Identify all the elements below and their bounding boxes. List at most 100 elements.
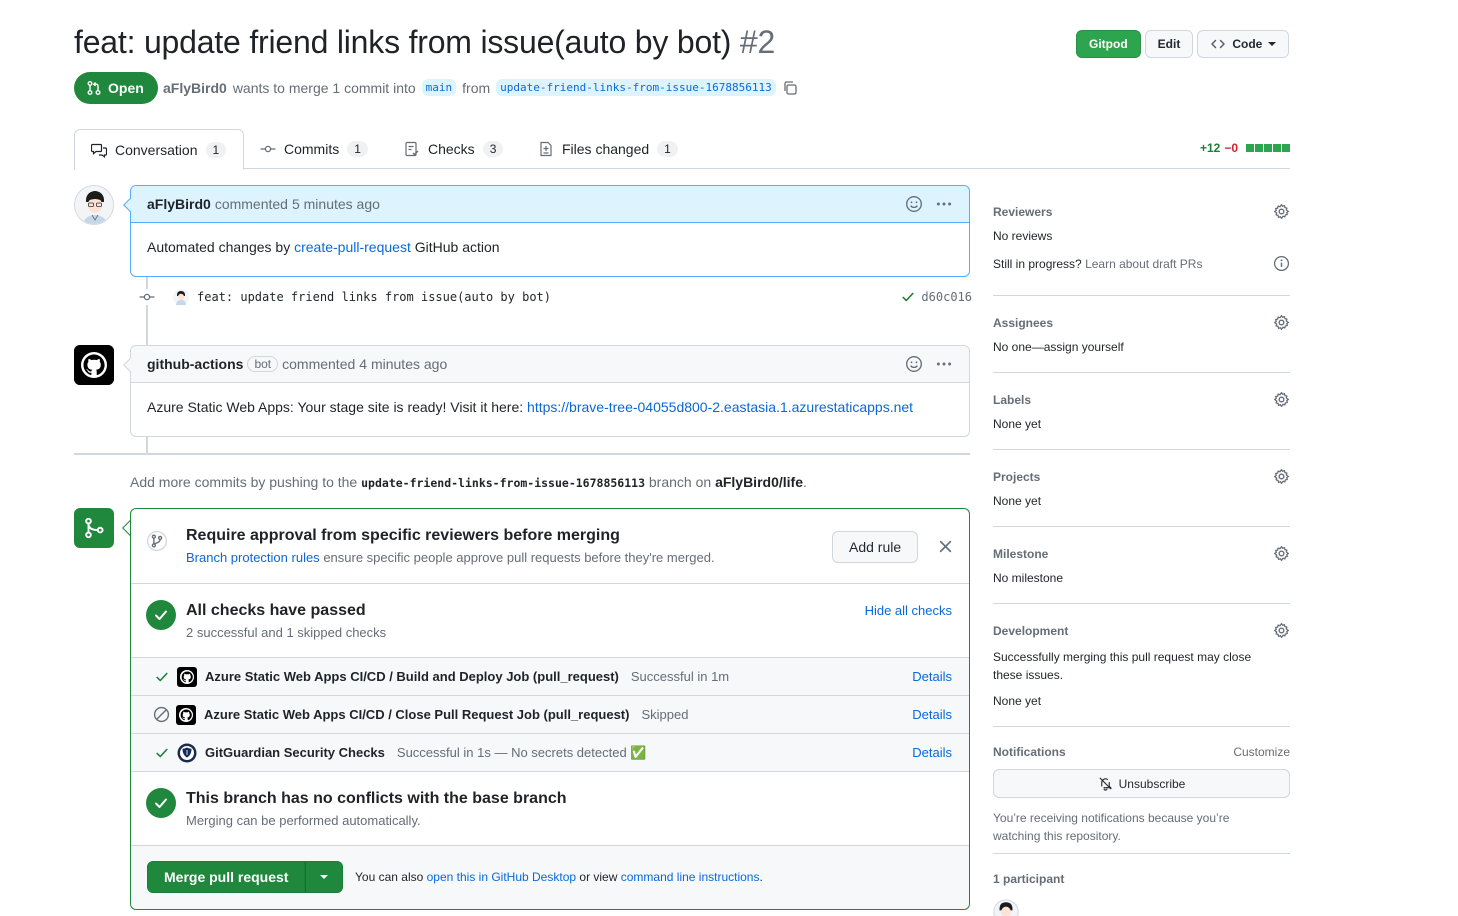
code-label: Code	[1232, 37, 1263, 51]
smiley-icon[interactable]	[905, 355, 923, 373]
check-details-link[interactable]: Details	[912, 707, 952, 722]
author-link[interactable]: aFlyBird0	[163, 80, 227, 96]
comment-author[interactable]: aFlyBird0	[147, 196, 211, 212]
kebab-horizontal-icon[interactable]	[935, 355, 953, 373]
check-name: GitGuardian Security Checks	[205, 745, 385, 760]
tab-files-changed[interactable]: Files changed 1	[522, 129, 694, 169]
check-name: Azure Static Web Apps CI/CD / Build and …	[205, 669, 619, 684]
header-actions: Gitpod Edit Code	[1076, 30, 1290, 58]
comment-action: commented	[214, 196, 288, 212]
base-branch[interactable]: main	[421, 79, 457, 96]
gear-icon[interactable]	[1273, 622, 1290, 639]
assignees-header[interactable]: Assignees	[993, 314, 1290, 331]
comment-body: Automated changes by create-pull-request…	[131, 223, 969, 271]
edit-button[interactable]: Edit	[1144, 30, 1194, 58]
tab-checks[interactable]: Checks 3	[388, 129, 519, 169]
milestone-header[interactable]: Milestone	[993, 545, 1290, 562]
comment-time[interactable]: 5 minutes ago	[292, 196, 380, 212]
close-icon[interactable]	[939, 540, 952, 553]
protection-text: Branch protection rules ensure specific …	[186, 550, 715, 565]
sidebar-assignees: Assignees No one—assign yourself	[993, 296, 1290, 373]
tab-commits[interactable]: Commits 1	[244, 129, 384, 169]
conflicts-subtitle: Merging can be performed automatically.	[186, 813, 421, 828]
comment-body-text: Azure Static Web Apps: Your stage site i…	[147, 399, 524, 415]
customize-link[interactable]: Customize	[1233, 745, 1290, 759]
check-status: Skipped	[641, 707, 689, 722]
branch-protection-section: Require approval from specific reviewers…	[131, 509, 969, 584]
assignees-title: Assignees	[993, 315, 1054, 330]
code-button[interactable]: Code	[1197, 30, 1290, 58]
info-icon[interactable]	[1273, 255, 1290, 272]
check-icon	[156, 748, 168, 757]
merge-method-dropdown[interactable]	[305, 861, 344, 893]
tab-conversation[interactable]: Conversation 1	[74, 129, 244, 170]
gear-icon[interactable]	[1273, 391, 1290, 408]
tab-files-changed-label: Files changed	[562, 141, 650, 157]
sidebar-projects: Projects None yet	[993, 450, 1290, 527]
timeline-line	[146, 437, 148, 453]
sidebar-development: Development Successfully merging this pu…	[993, 604, 1290, 727]
file-diff-icon	[540, 141, 552, 157]
projects-header[interactable]: Projects	[993, 468, 1290, 485]
merge-alternatives: You can also open this in GitHub Desktop…	[355, 870, 763, 884]
learn-draft-prs-link[interactable]: Learn about draft PRs	[1085, 257, 1202, 271]
gear-icon[interactable]	[1273, 314, 1290, 331]
comment-author[interactable]: github-actions	[147, 356, 243, 372]
check-icon	[155, 610, 167, 620]
development-value: None yet	[993, 694, 1042, 708]
sidebar-milestone: Milestone No milestone	[993, 527, 1290, 604]
branch-protection-link[interactable]: Branch protection rules	[186, 550, 320, 565]
participant-avatar[interactable]	[993, 899, 1019, 916]
commit-sha[interactable]: d60c016	[921, 290, 972, 304]
check-details-link[interactable]: Details	[912, 745, 952, 760]
merge-pull-request-button[interactable]: Merge pull request	[147, 861, 306, 893]
comment-body: Azure Static Web Apps: Your stage site i…	[131, 383, 969, 431]
command-line-instructions-link[interactable]: command line instructions	[621, 870, 760, 884]
add-rule-label: Add rule	[849, 539, 902, 555]
development-header[interactable]: Development	[993, 622, 1290, 639]
avatar[interactable]	[74, 345, 114, 385]
gitguardian-logo-icon	[177, 743, 197, 762]
labels-value: None yet	[993, 417, 1042, 431]
check-details-link[interactable]: Details	[912, 669, 952, 684]
github-logo-icon	[177, 666, 197, 687]
comment-time[interactable]: 4 minutes ago	[359, 356, 447, 372]
tab-files-changed-count: 1	[657, 141, 678, 157]
skip-icon	[153, 706, 170, 723]
create-pull-request-link[interactable]: create-pull-request	[294, 239, 411, 255]
head-branch[interactable]: update-friend-links-from-issue-167885611…	[496, 79, 776, 96]
labels-header[interactable]: Labels	[993, 391, 1290, 408]
from-text: from	[462, 79, 491, 96]
gear-icon[interactable]	[1273, 545, 1290, 562]
gear-icon[interactable]	[1273, 468, 1290, 485]
protection-desc: ensure specific people approve pull requ…	[323, 550, 715, 565]
check-icon[interactable]	[901, 290, 915, 304]
gitpod-button[interactable]: Gitpod	[1076, 30, 1141, 58]
commit-avatar[interactable]	[173, 289, 189, 305]
push-hint: Add more commits by pushing to the updat…	[130, 474, 807, 490]
tab-conversation-label: Conversation	[115, 141, 198, 158]
git-commit-icon	[260, 145, 276, 153]
repo-name[interactable]: aFlyBird0/life	[715, 474, 803, 490]
comment-discussion-icon	[91, 143, 107, 158]
no-conflicts-icon	[146, 788, 176, 818]
reviewers-header[interactable]: Reviewers	[993, 203, 1290, 220]
hide-all-checks-link[interactable]: Hide all checks	[865, 603, 952, 618]
avatar[interactable]	[74, 185, 114, 225]
assignees-value[interactable]: No one—assign yourself	[993, 340, 1124, 354]
draft-hint-text: Still in progress?	[993, 256, 1082, 271]
milestone-value: No milestone	[993, 571, 1064, 585]
participants-title: 1 participant	[993, 872, 1065, 886]
tab-commits-label: Commits	[284, 141, 340, 157]
github-desktop-link[interactable]: open this in GitHub Desktop	[427, 870, 576, 884]
kebab-horizontal-icon[interactable]	[935, 195, 953, 213]
gear-icon[interactable]	[1273, 203, 1290, 220]
commit-message[interactable]: feat: update friend links from issue(aut…	[197, 290, 551, 304]
copy-icon[interactable]	[782, 80, 798, 96]
sidebar-notifications: Notifications Customize Unsubscribe You’…	[993, 727, 1290, 854]
add-rule-button[interactable]: Add rule	[832, 531, 919, 563]
smiley-icon[interactable]	[905, 195, 923, 213]
diffstat-additions: +12	[1199, 141, 1221, 155]
unsubscribe-button[interactable]: Unsubscribe	[993, 769, 1290, 798]
stage-site-link[interactable]: https://brave-tree-04055d800-2.eastasia.…	[527, 399, 913, 415]
